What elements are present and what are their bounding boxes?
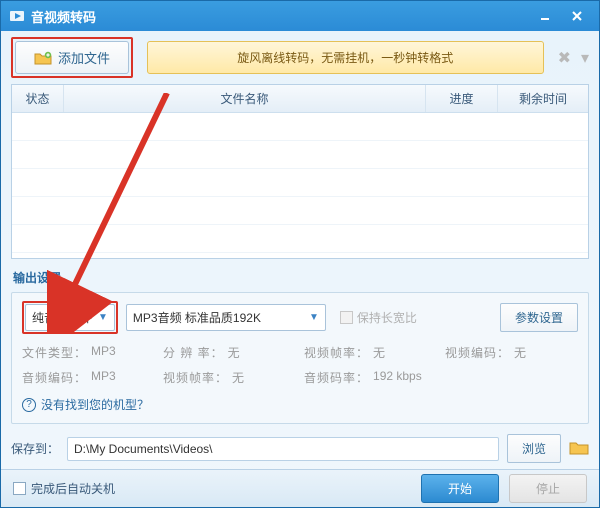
table-row: [12, 169, 588, 197]
col-name: 文件名称: [64, 85, 426, 112]
output-profile-dropdown[interactable]: MP3音频 标准品质192K ▼: [126, 304, 326, 331]
table-row: [12, 113, 588, 141]
open-folder-icon[interactable]: [569, 439, 589, 458]
titlebar: 音视频转码: [1, 1, 599, 31]
save-label: 保存到：: [11, 440, 59, 457]
chevron-down-icon: ▼: [98, 312, 108, 323]
dropdown-icon[interactable]: ▾: [581, 48, 589, 68]
save-path-input[interactable]: D:\My Documents\Videos\: [67, 437, 499, 461]
window-controls: [531, 7, 591, 25]
browse-button[interactable]: 浏览: [507, 434, 561, 463]
help-text: 没有找到您的机型？: [41, 396, 149, 413]
info-afps: 视频帧率：无: [163, 369, 296, 386]
output-type-dropdown[interactable]: 纯音频文件 ▼: [25, 304, 115, 331]
add-file-label: 添加文件: [58, 48, 110, 67]
keep-aspect-label: 保持长宽比: [357, 309, 417, 326]
output-settings: 纯音频文件 ▼ MP3音频 标准品质192K ▼ 保持长宽比 参数设置 文件类型…: [11, 292, 589, 424]
info-file-type: 文件类型：MP3: [22, 344, 155, 361]
table-row: [12, 197, 588, 225]
info-resolution: 分 辨 率：无: [163, 344, 296, 361]
chevron-down-icon: ▼: [309, 312, 319, 323]
app-window: 音视频转码 添加文件 旋风离线转码，无需挂机，一秒钟转格式 ✖ ▾: [0, 0, 600, 508]
start-button[interactable]: 开始: [421, 474, 499, 503]
stop-button: 停止: [509, 474, 587, 503]
save-row: 保存到： D:\My Documents\Videos\ 浏览: [11, 434, 589, 463]
checkbox-box: [340, 311, 353, 324]
col-remain: 剩余时间: [498, 85, 588, 112]
info-acodec: 音频编码：MP3: [22, 369, 155, 386]
app-icon: [9, 8, 25, 24]
checkbox-box: [13, 482, 26, 495]
table-body: [12, 113, 588, 258]
content-area: 添加文件 旋风离线转码，无需挂机，一秒钟转格式 ✖ ▾ 状态 文件名称 进度 剩…: [1, 31, 599, 469]
info-vfps: 视频帧率：无: [304, 344, 437, 361]
output-section-title: 输出设置: [13, 269, 589, 286]
footer: 完成后自动关机 开始 停止: [1, 469, 599, 507]
info-vcodec: 视频编码：无: [445, 344, 578, 361]
col-progress: 进度: [426, 85, 498, 112]
table-header: 状态 文件名称 进度 剩余时间: [12, 85, 588, 113]
table-row: [12, 225, 588, 253]
help-icon: ?: [22, 398, 36, 412]
output-type-value: 纯音频文件: [32, 309, 92, 326]
help-link[interactable]: ? 没有找到您的机型？: [22, 396, 578, 413]
shutdown-label: 完成后自动关机: [31, 480, 115, 497]
type-dropdown-highlight: 纯音频文件 ▼: [22, 301, 118, 334]
output-profile-value: MP3音频 标准品质192K: [133, 309, 303, 326]
add-file-button[interactable]: 添加文件: [15, 41, 129, 74]
col-status: 状态: [12, 85, 64, 112]
folder-plus-icon: [34, 51, 52, 65]
close-button[interactable]: [563, 7, 591, 25]
settings-row: 纯音频文件 ▼ MP3音频 标准品质192K ▼ 保持长宽比 参数设置: [22, 301, 578, 334]
shutdown-checkbox[interactable]: 完成后自动关机: [13, 480, 115, 497]
window-title: 音视频转码: [31, 7, 96, 26]
remove-icon[interactable]: ✖: [558, 48, 571, 68]
minimize-button[interactable]: [531, 7, 559, 25]
param-settings-button[interactable]: 参数设置: [500, 303, 578, 332]
add-file-highlight: 添加文件: [11, 37, 133, 78]
table-row: [12, 141, 588, 169]
info-abit: 音频码率：192 kbps: [304, 369, 437, 386]
footer-buttons: 开始 停止: [421, 474, 587, 503]
file-table: 状态 文件名称 进度 剩余时间: [11, 84, 589, 259]
toolbar: 添加文件 旋风离线转码，无需挂机，一秒钟转格式 ✖ ▾: [11, 37, 589, 78]
hint-banner: 旋风离线转码，无需挂机，一秒钟转格式: [147, 41, 544, 74]
keep-aspect-checkbox: 保持长宽比: [340, 309, 417, 326]
tool-icons: ✖ ▾: [558, 48, 589, 68]
info-grid: 文件类型：MP3 分 辨 率：无 视频帧率：无 视频编码：无 音频编码：MP3 …: [22, 344, 578, 386]
